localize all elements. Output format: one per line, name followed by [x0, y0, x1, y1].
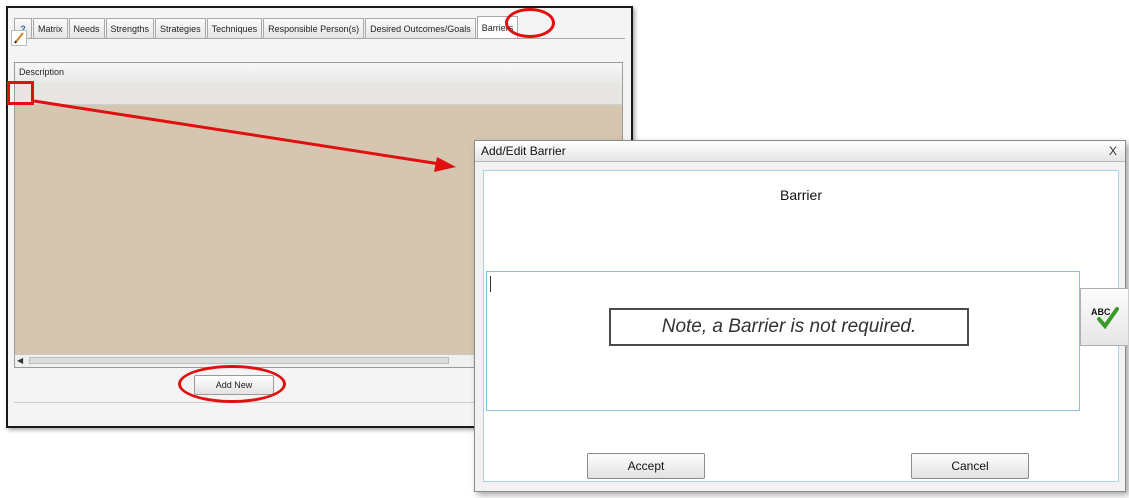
dialog-title: Add/Edit Barrier — [481, 144, 566, 158]
cancel-button[interactable]: Cancel — [911, 453, 1029, 479]
scrollbar-thumb[interactable] — [29, 357, 449, 364]
column-header-description[interactable]: Description — [15, 63, 622, 83]
tab-needs[interactable]: Needs — [68, 18, 105, 38]
add-edit-barrier-dialog: Add/Edit Barrier X Barrier Note, a Barri… — [474, 140, 1128, 492]
tab-strengths[interactable]: Strengths — [105, 18, 155, 38]
pencil-edit-icon — [14, 32, 24, 44]
tab-bar: ? Matrix Needs Strengths Strategies Tech… — [14, 16, 519, 38]
tab-techniques[interactable]: Techniques — [206, 18, 263, 38]
barrier-textarea[interactable]: Note, a Barrier is not required. — [486, 271, 1080, 411]
table-row[interactable] — [15, 82, 622, 105]
tab-label: Needs — [73, 24, 100, 34]
barriers-tab-highlight — [505, 8, 555, 38]
dialog-heading: Barrier — [779, 187, 822, 203]
edit-cell-highlight — [7, 81, 34, 105]
edit-row-button[interactable] — [11, 30, 27, 46]
tab-label: Desired Outcomes/Goals — [370, 24, 471, 34]
tab-label: Responsible Person(s) — [268, 24, 360, 34]
tab-desired-outcomes-goals[interactable]: Desired Outcomes/Goals — [365, 18, 476, 38]
tab-strategies[interactable]: Strategies — [155, 18, 206, 38]
spellcheck-icon — [1097, 307, 1119, 330]
tab-responsible-persons[interactable]: Responsible Person(s) — [263, 18, 365, 38]
tab-label: Strategies — [160, 24, 201, 34]
tab-divider — [14, 38, 625, 39]
spellcheck-label: ABC — [1091, 307, 1111, 317]
dialog-titlebar[interactable]: Add/Edit Barrier X — [475, 141, 1125, 162]
tab-matrix[interactable]: Matrix — [33, 18, 68, 38]
spellcheck-button[interactable]: ABC — [1080, 288, 1128, 346]
tab-label: Strengths — [110, 24, 150, 34]
text-caret — [490, 276, 491, 292]
scroll-left-arrow-icon[interactable]: ◀ — [17, 355, 23, 367]
add-new-highlight — [178, 365, 286, 403]
tab-label: Techniques — [211, 24, 258, 34]
dialog-body: Barrier Note, a Barrier is not required. — [483, 170, 1119, 482]
tab-label: Matrix — [38, 24, 63, 34]
close-icon[interactable]: X — [1109, 141, 1117, 161]
accept-button[interactable]: Accept — [587, 453, 705, 479]
note-callout: Note, a Barrier is not required. — [609, 308, 969, 346]
